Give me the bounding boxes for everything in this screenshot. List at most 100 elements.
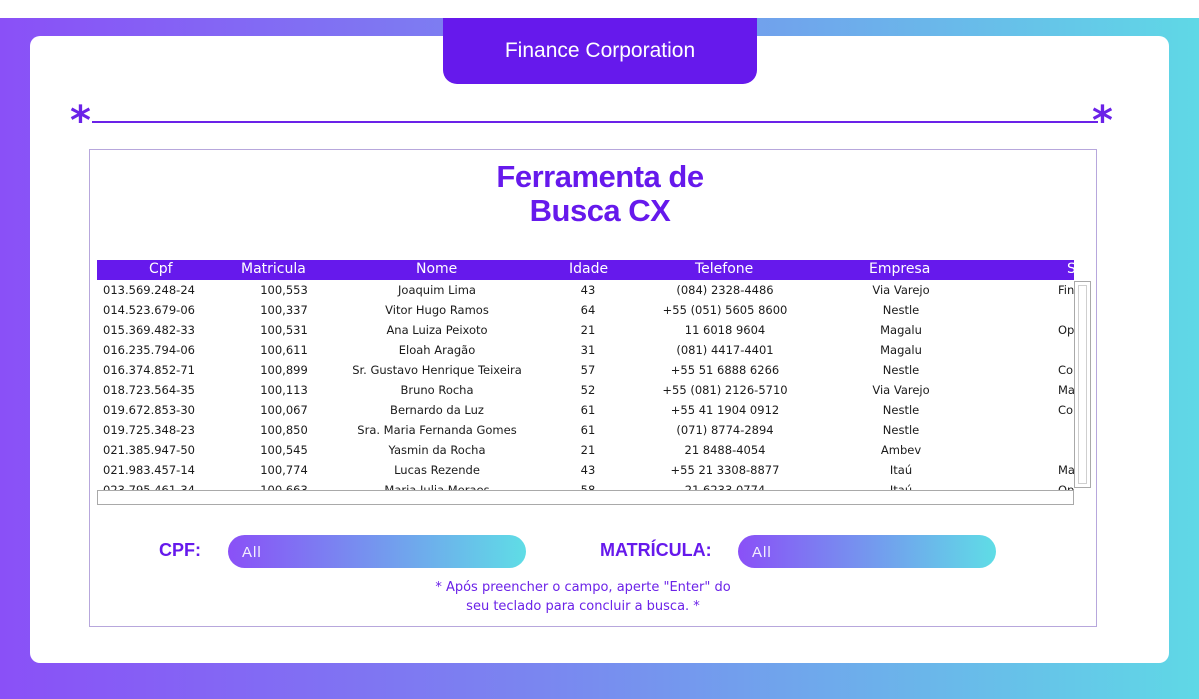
search-hint-line2: seu teclado para concluir a busca. * — [466, 599, 700, 614]
table-cell: Bruno Rocha — [400, 383, 474, 397]
asterisk-icon-left: * — [70, 98, 91, 144]
table-cell: 014.523.679-06 — [103, 303, 195, 317]
table-cell: Ma — [1058, 383, 1074, 397]
table-cell: 100,545 — [260, 443, 308, 457]
search-hint: * Após preencher o campo, aperte "Enter"… — [400, 578, 766, 616]
column-header-s[interactable]: S — [1067, 261, 1074, 277]
column-header-telefone[interactable]: Telefone — [695, 261, 753, 277]
matricula-search-input[interactable] — [750, 540, 1004, 564]
table-cell: Yasmin da Rocha — [388, 443, 486, 457]
table-cell: Ambev — [880, 443, 922, 457]
column-header-empresa[interactable]: Empresa — [869, 261, 930, 277]
column-header-idade[interactable]: Idade — [569, 261, 608, 277]
cpf-filter[interactable] — [228, 535, 526, 568]
table-cell: (084) 2328-4486 — [676, 283, 774, 297]
table-cell: Eloah Aragão — [398, 343, 476, 357]
table-cell: Maria Julia Moraes — [384, 483, 490, 490]
table-cell: +55 41 1904 0912 — [670, 403, 780, 417]
cpf-search-input[interactable] — [240, 540, 494, 564]
table-cell: Sr. Gustavo Henrique Teixeira — [352, 363, 522, 377]
table-cell: Joaquim Lima — [398, 283, 476, 297]
column-header-matricula[interactable]: Matricula — [241, 261, 306, 277]
table-cell: (081) 4417-4401 — [676, 343, 774, 357]
search-hint-line1: * Após preencher o campo, aperte "Enter"… — [435, 580, 731, 595]
page-title: Ferramenta de Busca CX — [350, 160, 850, 228]
company-name: Finance Corporation — [504, 39, 696, 62]
table-cell: +55 21 3308-8877 — [670, 463, 780, 477]
table-cell: Magalu — [880, 343, 922, 357]
table-row[interactable]: 013.569.248-24 100,553 Joaquim Lima 43 (084)… — [97, 280, 1074, 300]
page-title-line1: Ferramenta de — [496, 159, 704, 194]
table-cell: Nestle — [882, 363, 920, 377]
table-cell: Co — [1058, 363, 1074, 377]
horizontal-scrollbar[interactable] — [97, 490, 1074, 505]
table-cell: Bernardo da Luz — [390, 403, 484, 417]
table-cell: 21 6233 0774 — [684, 483, 766, 490]
asterisk-icon-right: * — [1092, 98, 1113, 144]
table-cell: 64 — [580, 303, 596, 317]
table-cell: 018.723.564-35 — [103, 383, 195, 397]
table-cell: 100,850 — [260, 423, 308, 437]
table-row[interactable]: 014.523.679-06 100,337 Vitor Hugo Ramos 64 +… — [97, 300, 1074, 320]
table-cell: Magalu — [880, 323, 922, 337]
table-cell: 11 6018 9604 — [684, 323, 766, 337]
table-cell: 100,067 — [260, 403, 308, 417]
table-cell: +55 (051) 5605 8600 — [662, 303, 788, 317]
table-cell: Fin — [1058, 283, 1074, 297]
matricula-filter-label: MATRÍCULA: — [600, 540, 712, 560]
top-strip — [0, 0, 1199, 18]
table-row[interactable]: 016.235.794-06 100,611 Eloah Aragão 31 (081)… — [97, 340, 1074, 360]
table-cell: Lucas Rezende — [394, 463, 480, 477]
table-row[interactable]: 021.385.947-50 100,545 Yasmin da Rocha 21 21… — [97, 440, 1074, 460]
table-header: Cpf Matricula Nome Idade Telefone Empres… — [97, 260, 1074, 280]
table-cell: 61 — [580, 403, 596, 417]
table-row[interactable]: 016.374.852-71 100,899 Sr. Gustavo Henriqu… — [97, 360, 1074, 380]
table-cell: +55 51 6888 6266 — [670, 363, 780, 377]
table-row[interactable]: 018.723.564-35 100,113 Bruno Rocha 52 +55 (0… — [97, 380, 1074, 400]
column-header-cpf[interactable]: Cpf — [149, 261, 173, 277]
table-cell: (071) 8774-2894 — [676, 423, 774, 437]
results-table[interactable]: Cpf Matricula Nome Idade Telefone Empres… — [97, 260, 1074, 490]
table-row[interactable]: 021.983.457-14 100,774 Lucas Rezende 43 +55 … — [97, 460, 1074, 480]
table-cell: 52 — [580, 383, 596, 397]
table-cell: +55 (081) 2126-5710 — [662, 383, 788, 397]
table-cell: Nestle — [882, 303, 920, 317]
table-cell: Via Varejo — [872, 383, 930, 397]
table-cell: 023.795.461-34 — [103, 483, 195, 490]
table-cell: 019.672.853-30 — [103, 403, 195, 417]
table-row[interactable]: 019.672.853-30 100,067 Bernardo da Luz 61 +5… — [97, 400, 1074, 420]
matricula-filter[interactable] — [738, 535, 1004, 568]
table-cell: 43 — [580, 283, 596, 297]
vertical-scrollbar[interactable] — [1074, 281, 1091, 488]
table-cell: Ma — [1058, 463, 1074, 477]
table-cell: 100,531 — [260, 323, 308, 337]
column-header-nome[interactable]: Nome — [416, 261, 457, 277]
table-cell: 100,113 — [260, 383, 308, 397]
table-cell: 019.725.348-23 — [103, 423, 195, 437]
table-cell: 100,663 — [260, 483, 308, 490]
table-row[interactable]: 023.795.461-34 100,663 Maria Julia Moraes 5… — [97, 480, 1074, 490]
vertical-scroll-thumb[interactable] — [1078, 285, 1087, 484]
table-cell: 100,337 — [260, 303, 308, 317]
table-cell: Co — [1058, 403, 1074, 417]
table-cell: 021.385.947-50 — [103, 443, 195, 457]
table-cell: 100,611 — [260, 343, 308, 357]
table-cell: Op — [1058, 323, 1074, 337]
table-cell: Nestle — [882, 423, 920, 437]
table-cell: 016.374.852-71 — [103, 363, 195, 377]
header-divider — [92, 121, 1098, 123]
table-cell: Itaú — [889, 483, 913, 490]
table-cell: 61 — [580, 423, 596, 437]
cpf-filter-label: CPF: — [159, 540, 201, 560]
table-cell: 100,774 — [260, 463, 308, 477]
table-cell: 31 — [580, 343, 596, 357]
table-cell: 016.235.794-06 — [103, 343, 195, 357]
table-cell: 58 — [580, 483, 596, 490]
table-row[interactable]: 019.725.348-23 100,850 Sra. Maria Fernanda… — [97, 420, 1074, 440]
table-cell: 015.369.482-33 — [103, 323, 195, 337]
table-row[interactable]: 015.369.482-33 100,531 Ana Luiza Peixoto 21… — [97, 320, 1074, 340]
table-cell: 21 — [580, 323, 596, 337]
page-title-line2: Busca CX — [529, 193, 671, 228]
table-cell: Itaú — [889, 463, 913, 477]
table-cell: 100,899 — [260, 363, 308, 377]
